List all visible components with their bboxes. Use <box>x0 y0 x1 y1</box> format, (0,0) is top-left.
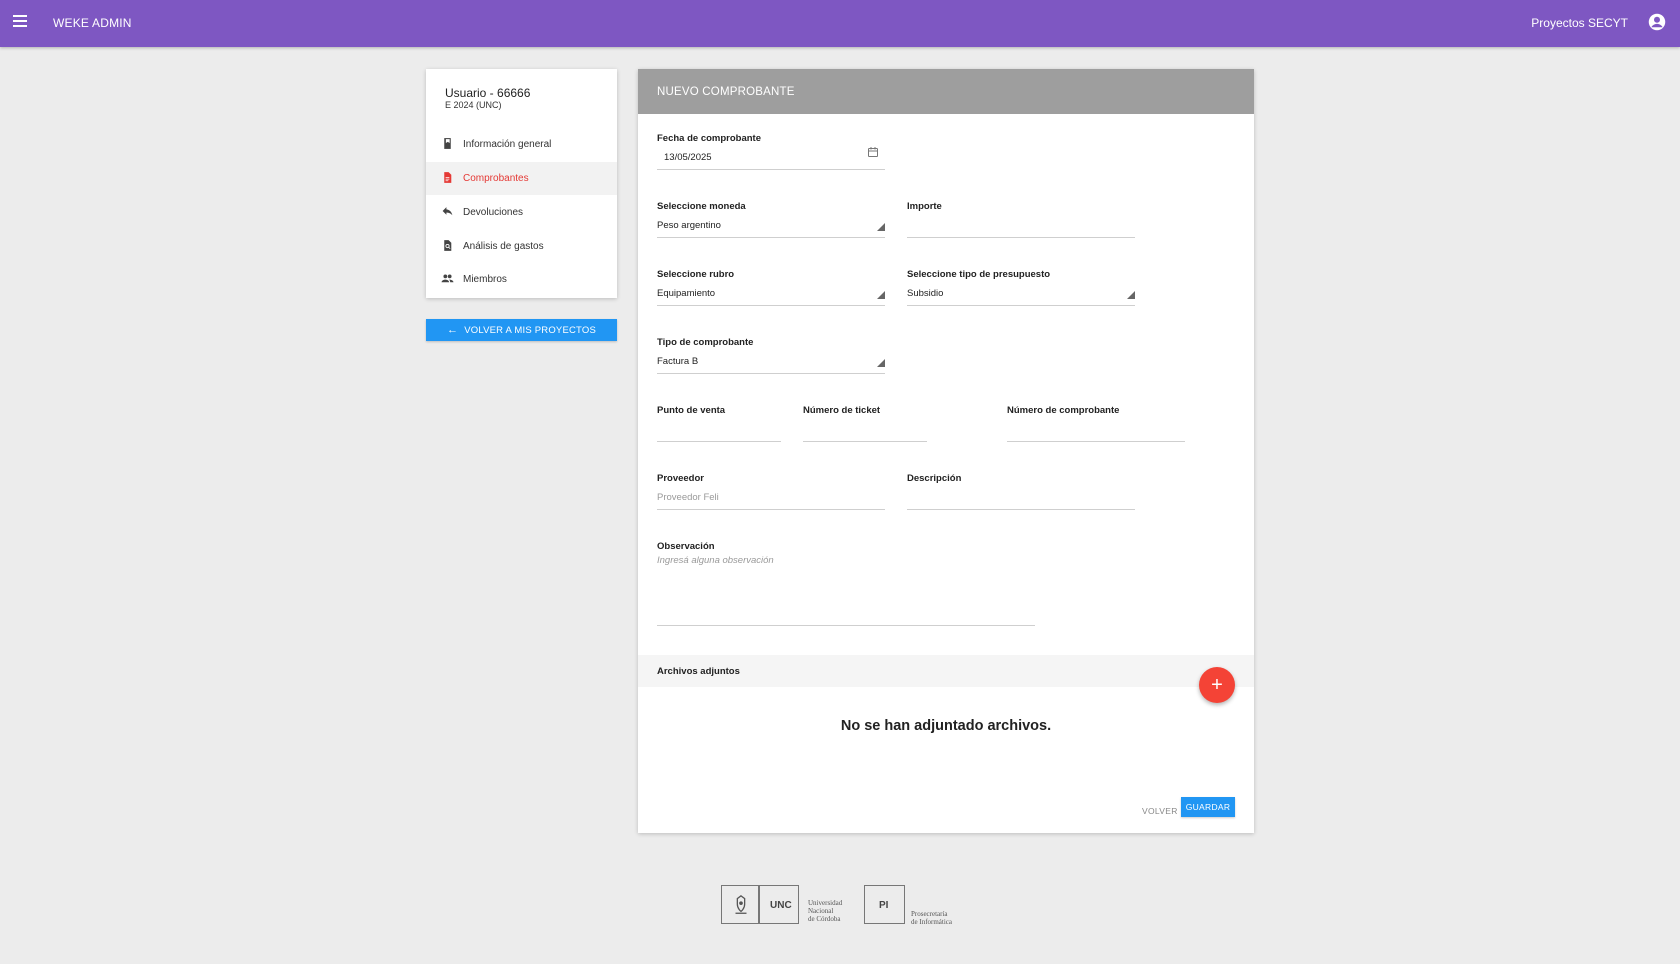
field-underline <box>1007 441 1185 442</box>
tipo-comprobante-select[interactable]: Tipo de comprobante Factura B <box>657 337 885 374</box>
rubro-label: Seleccione rubro <box>657 269 735 280</box>
presupuesto-label: Seleccione tipo de presupuesto <box>907 269 1051 280</box>
document-icon <box>444 172 452 183</box>
numero-comprobante-label: Número de comprobante <box>1007 405 1120 416</box>
select-arrow-icon <box>1127 291 1135 299</box>
field-underline <box>657 305 885 306</box>
fecha-value[interactable]: 13/05/2025 <box>664 152 712 163</box>
unc-logo: UNC <box>759 885 799 924</box>
moneda-select[interactable]: Seleccione moneda Peso argentino <box>657 201 885 238</box>
unc-seal-logo <box>721 885 759 924</box>
select-arrow-icon <box>877 223 885 231</box>
app-title[interactable]: WEKE ADMIN <box>53 16 132 30</box>
attachments-title: Archivos adjuntos <box>657 666 740 677</box>
sidebar-item-comprobantes[interactable]: Comprobantes <box>426 162 617 195</box>
rubro-select[interactable]: Seleccione rubro Equipamiento <box>657 269 885 306</box>
people-icon <box>441 274 454 283</box>
sidebar-item-miembros[interactable]: Miembros <box>426 263 617 296</box>
importe-label: Importe <box>907 201 942 212</box>
moneda-value: Peso argentino <box>657 220 721 231</box>
proveedor-placeholder: Proveedor Feli <box>657 492 719 503</box>
sidebar-item-label: Devoluciones <box>463 207 524 218</box>
back-to-projects-button[interactable]: ← VOLVER A MIS PROYECTOS <box>426 319 617 341</box>
sidebar-item-analisis-de-gastos[interactable]: Análisis de gastos <box>426 230 617 263</box>
sidebar-item-label: Comprobantes <box>463 173 529 184</box>
numero-ticket-input[interactable]: Número de ticket <box>803 405 927 442</box>
reply-icon <box>442 207 453 216</box>
sidebar-item-devoluciones[interactable]: Devoluciones <box>426 196 617 229</box>
project-sidebar: Usuario - 66666 E 2024 (UNC) Información… <box>426 69 617 298</box>
field-underline <box>803 441 927 442</box>
proveedor-label: Proveedor <box>657 473 704 484</box>
account-circle-icon[interactable] <box>1648 13 1666 31</box>
top-app-bar: WEKE ADMIN Proyectos SECYT <box>0 0 1680 47</box>
project-title[interactable]: Proyectos SECYT <box>1531 16 1628 30</box>
menu-icon[interactable] <box>13 15 27 29</box>
project-user-subtitle: E 2024 (UNC) <box>445 100 502 110</box>
sidebar-item-informacion-general[interactable]: Información general <box>426 128 617 161</box>
punto-venta-label: Punto de venta <box>657 405 726 416</box>
new-voucher-form: NUEVO COMPROBANTE Fecha de comprobante 1… <box>638 69 1254 833</box>
arrow-left-icon: ← <box>446 324 459 336</box>
form-title: NUEVO COMPROBANTE <box>657 86 795 98</box>
field-underline <box>657 373 885 374</box>
field-underline <box>907 305 1135 306</box>
select-arrow-icon <box>877 291 885 299</box>
moneda-label: Seleccione moneda <box>657 201 746 212</box>
search-document-icon <box>444 240 452 251</box>
back-to-projects-label: VOLVER A MIS PROYECTOS <box>464 325 596 336</box>
form-header: NUEVO COMPROBANTE <box>638 69 1254 114</box>
sidebar-item-label: Miembros <box>463 274 507 285</box>
field-underline <box>657 625 1035 626</box>
field-underline <box>657 509 885 510</box>
select-arrow-icon <box>877 359 885 367</box>
pi-name: Prosecretaría de Informática <box>911 910 953 926</box>
unc-logo-text: UNC <box>770 900 792 911</box>
tipo-comprobante-value: Factura B <box>657 356 699 367</box>
presupuesto-value: Subsidio <box>907 288 944 299</box>
field-underline <box>657 237 885 238</box>
unc-name: Universidad Nacional de Córdoba <box>808 899 843 923</box>
attachments-bar: Archivos adjuntos <box>638 655 1254 687</box>
field-underline <box>907 237 1135 238</box>
descripcion-label: Descripción <box>907 473 962 484</box>
observacion-label: Observación <box>657 541 715 552</box>
fecha-label: Fecha de comprobante <box>657 133 761 144</box>
field-underline <box>657 169 885 170</box>
presupuesto-select[interactable]: Seleccione tipo de presupuesto Subsidio <box>907 269 1135 306</box>
fecha-field[interactable]: Fecha de comprobante 13/05/2025 <box>657 133 885 170</box>
add-attachment-button[interactable]: + <box>1199 667 1235 703</box>
numero-comprobante-input[interactable]: Número de comprobante <box>1007 405 1185 442</box>
calendar-icon[interactable] <box>867 146 879 158</box>
numero-ticket-label: Número de ticket <box>803 405 881 416</box>
field-underline <box>907 509 1135 510</box>
volver-button[interactable]: VOLVER <box>1142 801 1178 820</box>
tipo-comprobante-label: Tipo de comprobante <box>657 337 754 348</box>
book-icon <box>444 138 451 149</box>
sidebar-item-label: Información general <box>463 139 552 150</box>
descripcion-input[interactable]: Descripción <box>907 473 1135 510</box>
rubro-value: Equipamiento <box>657 288 716 299</box>
observacion-textarea[interactable]: Observación Ingresá alguna observación <box>657 541 1035 626</box>
pi-logo-text: PI <box>879 900 889 911</box>
pi-logo: PI <box>864 885 905 924</box>
project-user-title: Usuario - 66666 <box>445 86 531 100</box>
field-underline <box>657 441 781 442</box>
importe-input[interactable]: Importe <box>907 201 1135 238</box>
footer-logos: UNC Universidad Nacional de Córdoba PI P… <box>720 884 962 926</box>
observacion-placeholder: Ingresá alguna observación <box>657 555 774 566</box>
seal-icon <box>735 895 747 914</box>
no-attachments-message: No se han adjuntado archivos. <box>840 718 1052 734</box>
sidebar-item-label: Análisis de gastos <box>463 241 544 252</box>
guardar-button[interactable]: GUARDAR <box>1181 797 1235 817</box>
proveedor-input[interactable]: Proveedor Proveedor Feli <box>657 473 885 510</box>
punto-venta-input[interactable]: Punto de venta <box>657 405 781 442</box>
